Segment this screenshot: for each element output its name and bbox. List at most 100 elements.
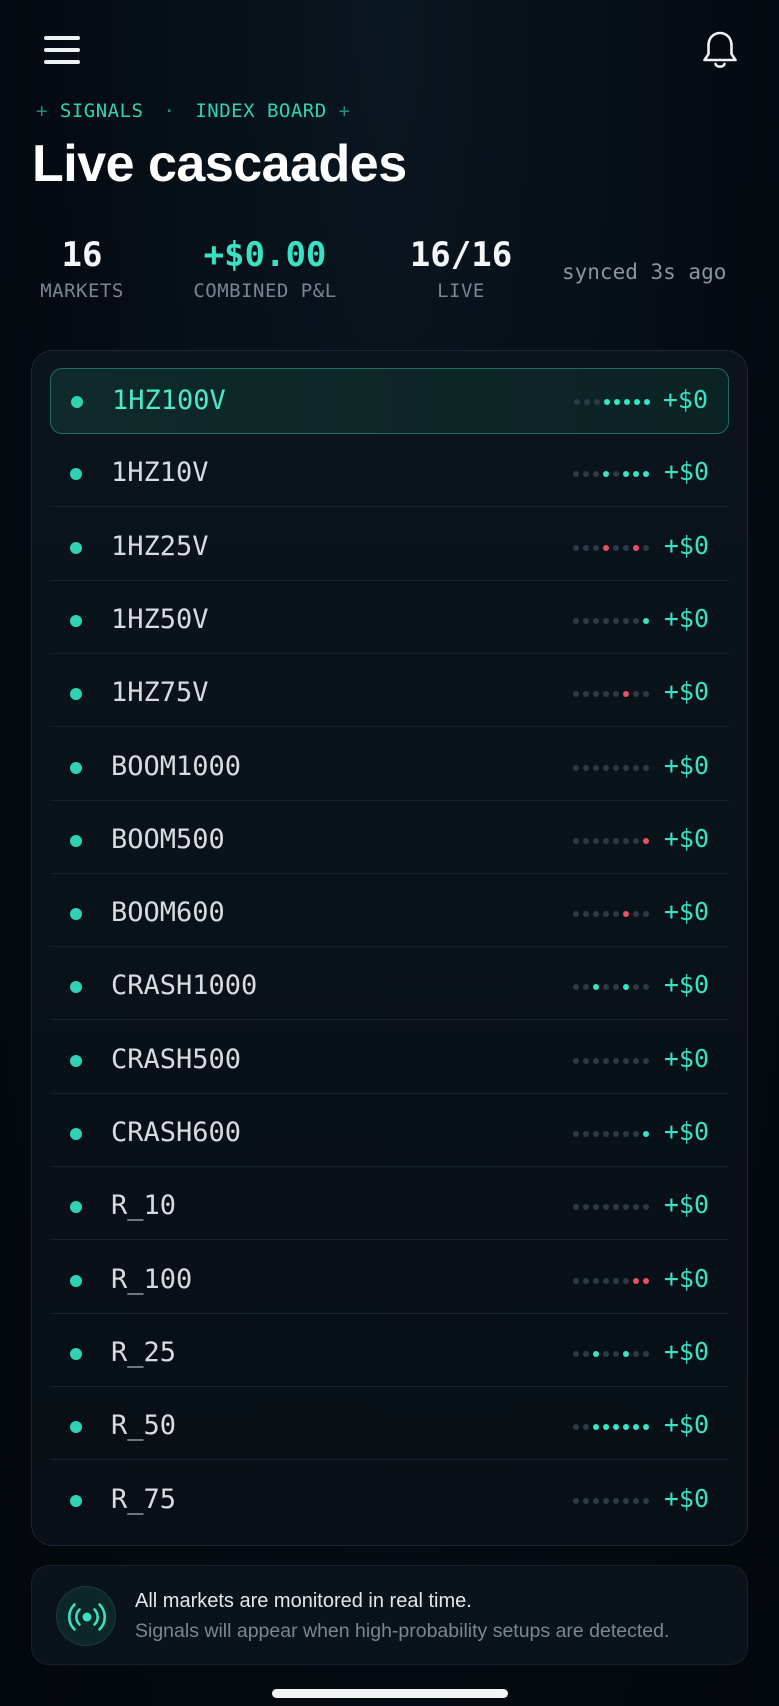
signal-dot-neutral	[613, 1498, 619, 1504]
signal-dot-neutral	[593, 1131, 599, 1137]
market-row[interactable]: CRASH500 +$0	[50, 1028, 729, 1094]
live-status-dot	[70, 1201, 82, 1213]
signal-dot-neutral	[603, 1204, 609, 1210]
signal-sparkline	[573, 545, 649, 551]
market-row[interactable]: 1HZ100V +$0	[50, 368, 729, 434]
signal-dot-neutral	[603, 1058, 609, 1064]
signal-dot-neutral	[573, 1058, 579, 1064]
signal-dot-neutral	[633, 838, 639, 844]
signal-dot-neutral	[583, 1058, 589, 1064]
market-pnl: +$0	[663, 751, 709, 780]
signal-dot-neutral	[613, 618, 619, 624]
market-row[interactable]: R_100 +$0	[50, 1248, 729, 1314]
signal-dot-up	[624, 399, 630, 405]
signal-dot-neutral	[623, 765, 629, 771]
market-pnl: +$0	[663, 457, 709, 486]
signal-dot-neutral	[593, 691, 599, 697]
market-name: CRASH500	[111, 1044, 242, 1075]
signal-dot-neutral	[633, 691, 639, 697]
market-row[interactable]: R_10 +$0	[50, 1174, 729, 1240]
signal-dot-up	[593, 1351, 599, 1357]
market-row[interactable]: BOOM600 +$0	[50, 881, 729, 947]
signal-dot-neutral	[573, 838, 579, 844]
market-pnl: +$0	[663, 1264, 709, 1293]
signal-sparkline	[573, 1204, 649, 1210]
market-row[interactable]: CRASH600 +$0	[50, 1101, 729, 1167]
signal-dot-neutral	[583, 765, 589, 771]
signal-dot-down	[633, 545, 639, 551]
market-row[interactable]: 1HZ50V +$0	[50, 588, 729, 654]
index-board-screen: + SIGNALS · INDEX BOARD + Live cascaades…	[0, 0, 779, 1706]
signal-dot-neutral	[593, 911, 599, 917]
signal-dot-neutral	[583, 1204, 589, 1210]
signal-dot-neutral	[573, 1498, 579, 1504]
market-name: 1HZ75V	[111, 677, 209, 708]
live-status-dot	[70, 688, 82, 700]
market-row[interactable]: BOOM1000 +$0	[50, 735, 729, 801]
stat-combined-pnl: +$0.00 COMBINED P&L	[184, 234, 346, 302]
signal-dot-up	[633, 471, 639, 477]
market-row[interactable]: CRASH1000 +$0	[50, 954, 729, 1020]
signal-dot-neutral	[593, 1498, 599, 1504]
signal-dot-up	[643, 471, 649, 477]
signal-dot-neutral	[613, 984, 619, 990]
breadcrumb-mark-left: +	[36, 100, 48, 122]
market-pnl: +$0	[663, 824, 709, 853]
market-row[interactable]: R_50 +$0	[50, 1394, 729, 1460]
signal-dot-neutral	[623, 1278, 629, 1284]
signal-dot-neutral	[613, 838, 619, 844]
market-row[interactable]: R_25 +$0	[50, 1321, 729, 1387]
signal-dot-neutral	[573, 765, 579, 771]
signal-dot-neutral	[623, 838, 629, 844]
signal-dot-neutral	[643, 765, 649, 771]
signal-dot-neutral	[613, 911, 619, 917]
market-name: 1HZ25V	[111, 531, 209, 562]
market-name: R_10	[111, 1190, 177, 1221]
signal-dot-neutral	[613, 545, 619, 551]
notifications-button[interactable]	[698, 28, 742, 72]
market-row[interactable]: BOOM500 +$0	[50, 808, 729, 874]
signal-dot-neutral	[593, 765, 599, 771]
market-row[interactable]: R_75 +$0	[50, 1468, 729, 1534]
signal-sparkline	[573, 1278, 649, 1284]
signal-dot-neutral	[573, 1351, 579, 1357]
stat-markets-value: 16	[61, 235, 103, 275]
stat-live: 16/16 LIVE	[404, 234, 518, 302]
signal-dot-neutral	[623, 1204, 629, 1210]
markets-list: 1HZ100V +$0 1HZ10V +$0 1HZ25V +$0 1HZ50V +$0 1HZ…	[31, 350, 748, 1546]
market-row[interactable]: 1HZ75V +$0	[50, 661, 729, 727]
home-indicator[interactable]	[272, 1689, 508, 1698]
signal-dot-up	[643, 1131, 649, 1137]
market-pnl: +$0	[663, 1190, 709, 1219]
signal-dot-neutral	[613, 1204, 619, 1210]
market-row[interactable]: 1HZ10V +$0	[50, 441, 729, 507]
signal-dot-up	[634, 399, 640, 405]
breadcrumb-section[interactable]: SIGNALS	[60, 100, 144, 122]
signal-dot-neutral	[643, 691, 649, 697]
signal-dot-neutral	[583, 1351, 589, 1357]
signal-dot-neutral	[643, 911, 649, 917]
signal-sparkline	[573, 765, 649, 771]
signal-dot-neutral	[573, 545, 579, 551]
hamburger-menu-button[interactable]	[42, 34, 82, 66]
signal-dot-neutral	[623, 545, 629, 551]
live-status-dot	[70, 1348, 82, 1360]
stat-pnl-label: COMBINED P&L	[193, 280, 337, 302]
market-name: 1HZ50V	[111, 604, 209, 635]
signal-sparkline	[573, 838, 649, 844]
signal-dot-neutral	[623, 618, 629, 624]
signal-dot-neutral	[603, 1278, 609, 1284]
signal-dot-neutral	[633, 1131, 639, 1137]
signal-dot-neutral	[603, 838, 609, 844]
live-status-dot	[70, 615, 82, 627]
signal-dot-neutral	[613, 1278, 619, 1284]
market-row[interactable]: 1HZ25V +$0	[50, 515, 729, 581]
market-name: BOOM500	[111, 824, 225, 855]
signal-dot-up	[623, 1351, 629, 1357]
info-secondary-text: Signals will appear when high-probabilit…	[135, 1620, 670, 1642]
market-pnl: +$0	[663, 1484, 709, 1513]
market-pnl: +$0	[663, 1117, 709, 1146]
breadcrumb-separator: ·	[163, 100, 176, 122]
stat-markets: 16 MARKETS	[34, 234, 130, 302]
signal-sparkline	[573, 1131, 649, 1137]
